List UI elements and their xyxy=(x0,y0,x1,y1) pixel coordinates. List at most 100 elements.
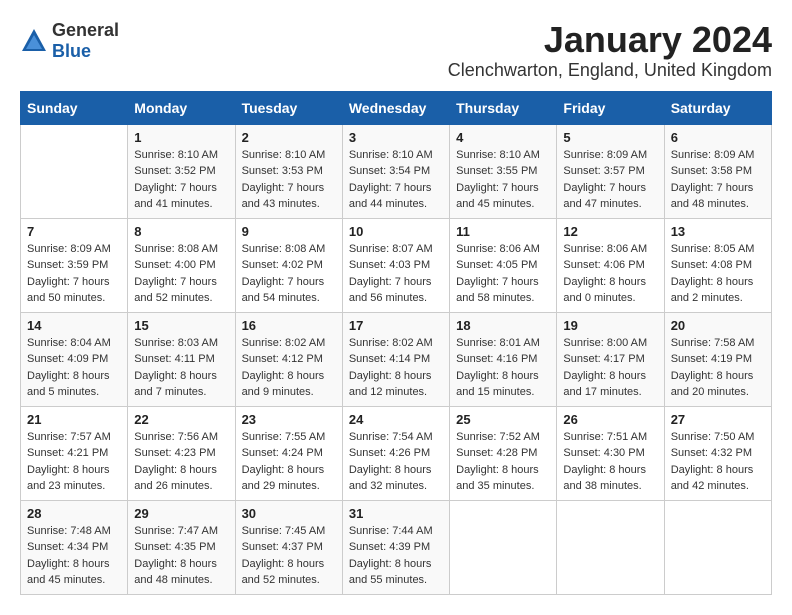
calendar-cell: 21 Sunrise: 7:57 AMSunset: 4:21 PMDayligh… xyxy=(21,406,128,500)
day-info: Sunrise: 8:05 AMSunset: 4:08 PMDaylight:… xyxy=(671,241,765,307)
day-info: Sunrise: 8:04 AMSunset: 4:09 PMDaylight:… xyxy=(27,335,121,401)
calendar-cell: 3Sunrise: 8:10 AMSunset: 3:54 PMDaylight… xyxy=(342,124,449,218)
week-row-5: 28 Sunrise: 7:48 AMSunset: 4:34 PMDayligh… xyxy=(21,500,772,594)
day-number: 26 xyxy=(563,412,657,427)
day-info: Sunrise: 7:52 AMSunset: 4:28 PMDaylight:… xyxy=(456,429,550,495)
day-info: Sunrise: 7:58 AMSunset: 4:19 PMDaylight:… xyxy=(671,335,765,401)
calendar-cell: 14 Sunrise: 8:04 AMSunset: 4:09 PMDayligh… xyxy=(21,312,128,406)
day-info: Sunrise: 7:56 AMSunset: 4:23 PMDaylight:… xyxy=(134,429,228,495)
day-info: Sunrise: 7:57 AMSunset: 4:21 PMDaylight:… xyxy=(27,429,121,495)
day-number: 29 xyxy=(134,506,228,521)
day-info: Sunrise: 8:10 AMSunset: 3:53 PMDaylight:… xyxy=(242,147,336,213)
calendar-cell xyxy=(664,500,771,594)
page-header: General Blue January 2024 Clenchwarton, … xyxy=(20,20,772,81)
day-number: 9 xyxy=(242,224,336,239)
day-number: 8 xyxy=(134,224,228,239)
weekday-header-tuesday: Tuesday xyxy=(235,91,342,124)
day-number: 20 xyxy=(671,318,765,333)
day-info: Sunrise: 8:09 AMSunset: 3:58 PMDaylight:… xyxy=(671,147,765,213)
day-number: 19 xyxy=(563,318,657,333)
week-row-4: 21 Sunrise: 7:57 AMSunset: 4:21 PMDayligh… xyxy=(21,406,772,500)
calendar-cell: 6 Sunrise: 8:09 AMSunset: 3:58 PMDaylight… xyxy=(664,124,771,218)
day-number: 27 xyxy=(671,412,765,427)
day-number: 31 xyxy=(349,506,443,521)
day-info: Sunrise: 8:10 AMSunset: 3:55 PMDaylight:… xyxy=(456,147,550,213)
calendar-cell: 11 Sunrise: 8:06 AMSunset: 4:05 PMDayligh… xyxy=(450,218,557,312)
day-number: 1 xyxy=(134,130,228,145)
day-number: 2 xyxy=(242,130,336,145)
day-number: 21 xyxy=(27,412,121,427)
weekday-header-friday: Friday xyxy=(557,91,664,124)
day-info: Sunrise: 8:02 AMSunset: 4:12 PMDaylight:… xyxy=(242,335,336,401)
calendar-cell: 8 Sunrise: 8:08 AMSunset: 4:00 PMDaylight… xyxy=(128,218,235,312)
day-number: 15 xyxy=(134,318,228,333)
calendar-cell: 18Sunrise: 8:01 AMSunset: 4:16 PMDayligh… xyxy=(450,312,557,406)
calendar-cell: 10 Sunrise: 8:07 AMSunset: 4:03 PMDayligh… xyxy=(342,218,449,312)
calendar-cell: 30 Sunrise: 7:45 AMSunset: 4:37 PMDayligh… xyxy=(235,500,342,594)
calendar-cell xyxy=(450,500,557,594)
day-number: 28 xyxy=(27,506,121,521)
calendar-cell: 22Sunrise: 7:56 AMSunset: 4:23 PMDayligh… xyxy=(128,406,235,500)
week-row-2: 7 Sunrise: 8:09 AMSunset: 3:59 PMDaylight… xyxy=(21,218,772,312)
day-info: Sunrise: 8:06 AMSunset: 4:05 PMDaylight:… xyxy=(456,241,550,307)
calendar-cell: 17Sunrise: 8:02 AMSunset: 4:14 PMDayligh… xyxy=(342,312,449,406)
day-number: 13 xyxy=(671,224,765,239)
calendar-cell: 20 Sunrise: 7:58 AMSunset: 4:19 PMDayligh… xyxy=(664,312,771,406)
day-info: Sunrise: 7:51 AMSunset: 4:30 PMDaylight:… xyxy=(563,429,657,495)
day-info: Sunrise: 7:45 AMSunset: 4:37 PMDaylight:… xyxy=(242,523,336,589)
calendar-cell: 15 Sunrise: 8:03 AMSunset: 4:11 PMDayligh… xyxy=(128,312,235,406)
day-number: 6 xyxy=(671,130,765,145)
calendar-cell: 28 Sunrise: 7:48 AMSunset: 4:34 PMDayligh… xyxy=(21,500,128,594)
day-number: 3 xyxy=(349,130,443,145)
weekday-header-saturday: Saturday xyxy=(664,91,771,124)
day-info: Sunrise: 8:08 AMSunset: 4:00 PMDaylight:… xyxy=(134,241,228,307)
calendar-cell: 31 Sunrise: 7:44 AMSunset: 4:39 PMDayligh… xyxy=(342,500,449,594)
week-row-3: 14 Sunrise: 8:04 AMSunset: 4:09 PMDayligh… xyxy=(21,312,772,406)
day-number: 11 xyxy=(456,224,550,239)
logo-general: General xyxy=(52,20,119,40)
day-info: Sunrise: 8:07 AMSunset: 4:03 PMDaylight:… xyxy=(349,241,443,307)
day-info: Sunrise: 7:44 AMSunset: 4:39 PMDaylight:… xyxy=(349,523,443,589)
calendar-cell: 13 Sunrise: 8:05 AMSunset: 4:08 PMDayligh… xyxy=(664,218,771,312)
calendar-cell: 9 Sunrise: 8:08 AMSunset: 4:02 PMDaylight… xyxy=(235,218,342,312)
calendar-cell: 23 Sunrise: 7:55 AMSunset: 4:24 PMDayligh… xyxy=(235,406,342,500)
day-number: 14 xyxy=(27,318,121,333)
weekday-row: SundayMondayTuesdayWednesdayThursdayFrid… xyxy=(21,91,772,124)
day-info: Sunrise: 8:08 AMSunset: 4:02 PMDaylight:… xyxy=(242,241,336,307)
day-info: Sunrise: 7:50 AMSunset: 4:32 PMDaylight:… xyxy=(671,429,765,495)
calendar-cell: 16Sunrise: 8:02 AMSunset: 4:12 PMDayligh… xyxy=(235,312,342,406)
day-info: Sunrise: 8:09 AMSunset: 3:57 PMDaylight:… xyxy=(563,147,657,213)
day-info: Sunrise: 8:03 AMSunset: 4:11 PMDaylight:… xyxy=(134,335,228,401)
calendar-header: SundayMondayTuesdayWednesdayThursdayFrid… xyxy=(21,91,772,124)
day-info: Sunrise: 7:47 AMSunset: 4:35 PMDaylight:… xyxy=(134,523,228,589)
day-number: 25 xyxy=(456,412,550,427)
calendar-cell: 4 Sunrise: 8:10 AMSunset: 3:55 PMDaylight… xyxy=(450,124,557,218)
calendar-cell: 29 Sunrise: 7:47 AMSunset: 4:35 PMDayligh… xyxy=(128,500,235,594)
calendar-cell: 19Sunrise: 8:00 AMSunset: 4:17 PMDayligh… xyxy=(557,312,664,406)
day-number: 24 xyxy=(349,412,443,427)
day-number: 7 xyxy=(27,224,121,239)
weekday-header-monday: Monday xyxy=(128,91,235,124)
weekday-header-thursday: Thursday xyxy=(450,91,557,124)
calendar-cell: 24Sunrise: 7:54 AMSunset: 4:26 PMDayligh… xyxy=(342,406,449,500)
day-number: 23 xyxy=(242,412,336,427)
day-number: 17 xyxy=(349,318,443,333)
day-number: 4 xyxy=(456,130,550,145)
calendar-cell: 1Sunrise: 8:10 AMSunset: 3:52 PMDaylight… xyxy=(128,124,235,218)
calendar-cell: 25 Sunrise: 7:52 AMSunset: 4:28 PMDayligh… xyxy=(450,406,557,500)
weekday-header-wednesday: Wednesday xyxy=(342,91,449,124)
calendar-cell: 7 Sunrise: 8:09 AMSunset: 3:59 PMDaylight… xyxy=(21,218,128,312)
day-number: 30 xyxy=(242,506,336,521)
logo: General Blue xyxy=(20,20,119,62)
location-title: Clenchwarton, England, United Kingdom xyxy=(448,60,772,81)
day-info: Sunrise: 7:48 AMSunset: 4:34 PMDaylight:… xyxy=(27,523,121,589)
day-info: Sunrise: 8:09 AMSunset: 3:59 PMDaylight:… xyxy=(27,241,121,307)
day-number: 5 xyxy=(563,130,657,145)
logo-blue: Blue xyxy=(52,41,91,61)
day-info: Sunrise: 7:55 AMSunset: 4:24 PMDaylight:… xyxy=(242,429,336,495)
day-info: Sunrise: 8:01 AMSunset: 4:16 PMDaylight:… xyxy=(456,335,550,401)
day-number: 10 xyxy=(349,224,443,239)
calendar-cell: 26 Sunrise: 7:51 AMSunset: 4:30 PMDayligh… xyxy=(557,406,664,500)
day-info: Sunrise: 8:06 AMSunset: 4:06 PMDaylight:… xyxy=(563,241,657,307)
calendar-cell: 12Sunrise: 8:06 AMSunset: 4:06 PMDayligh… xyxy=(557,218,664,312)
